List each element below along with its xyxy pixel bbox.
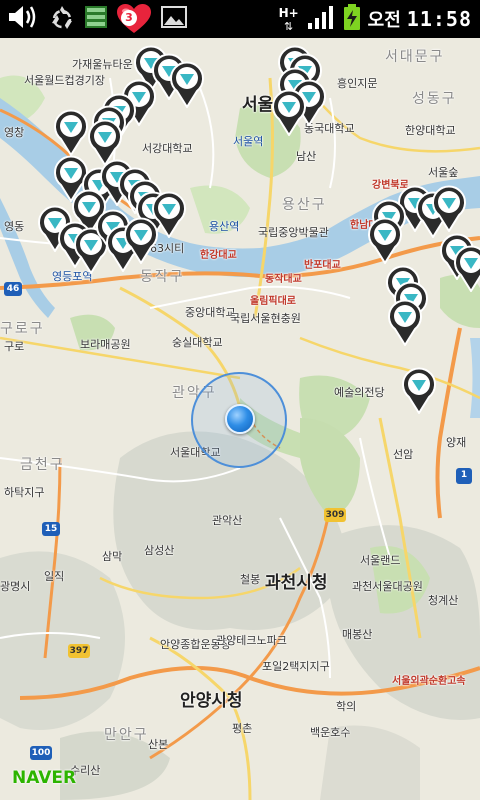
signal-icon	[306, 3, 336, 35]
place-label: 흥인지문	[337, 77, 378, 90]
route-shield: 15	[42, 522, 60, 536]
place-label: 관악산	[212, 514, 243, 527]
place-label: 하탁지구	[4, 486, 45, 499]
place-label: 동작대교	[265, 274, 302, 285]
place-label: 숭실대학교	[172, 336, 223, 349]
district-label: 서대문구	[385, 49, 445, 65]
district-label: 구로구	[0, 321, 45, 337]
place-label: 포일2택지지구	[262, 660, 330, 673]
list-icon	[84, 4, 108, 34]
place-label: 일직	[44, 570, 65, 583]
place-label: 관양테크노파크	[216, 634, 287, 647]
major-label: 안양시청	[180, 691, 243, 711]
notification-icons: 3	[6, 3, 188, 35]
clock-time: 11:58	[406, 7, 472, 31]
current-location-icon[interactable]	[225, 404, 255, 434]
battery-charging-icon	[342, 3, 362, 35]
place-label: 예술의전당	[334, 386, 385, 399]
map-pin-icon[interactable]	[400, 366, 438, 414]
place-label: 가재울뉴타운	[72, 58, 133, 71]
place-label: 서울역	[233, 135, 264, 148]
place-label: 한양대학교	[405, 124, 456, 137]
place-label: 한강대교	[200, 250, 237, 261]
place-label: 과천서울대공원	[352, 580, 423, 593]
map-pin-icon[interactable]	[122, 216, 160, 264]
place-label: 용산역	[209, 220, 240, 233]
place-label: 청계산	[428, 594, 459, 607]
district-label: 만안구	[104, 727, 149, 743]
place-label: 평촌	[232, 722, 253, 735]
map-pin-icon[interactable]	[452, 244, 480, 292]
notification-badge: 3	[121, 10, 137, 26]
map-pin-icon[interactable]	[366, 216, 404, 264]
place-label: 국립서울현충원	[230, 312, 301, 325]
place-label: 남산	[296, 150, 317, 163]
route-shield: 1	[456, 468, 472, 484]
volume-icon	[6, 2, 40, 36]
place-label: 양재	[446, 436, 467, 449]
network-type-label: H+	[278, 5, 299, 20]
data-arrows-icon: ⇅	[284, 19, 294, 33]
place-label: 광명시	[0, 580, 31, 593]
place-label: 국립중앙박물관	[258, 226, 329, 239]
naver-logo: NAVER	[12, 768, 77, 788]
place-label: 중앙대학교	[185, 306, 236, 319]
map-pin-icon[interactable]	[270, 88, 308, 136]
status-bar: 3 H+ ⇅ 오전 11:58	[0, 0, 480, 38]
place-label: 백운호수	[310, 726, 351, 739]
map-pin-icon[interactable]	[52, 108, 90, 156]
map-pin-icon[interactable]	[386, 298, 424, 346]
route-shield: 46	[4, 282, 22, 296]
map-pin-icon[interactable]	[430, 184, 468, 232]
place-label: 영동	[4, 220, 25, 233]
recycle-icon	[48, 3, 76, 35]
place-label: 서울랜드	[360, 554, 401, 567]
map-view[interactable]: 서대문구 성동구 용산구 동작구 구로구 관악구 금천구 만안구 서울시청 과천…	[0, 38, 480, 800]
district-label: 성동구	[412, 91, 457, 107]
place-label: 서울월드컵경기장	[24, 74, 105, 87]
place-label: 반포대교	[304, 260, 341, 271]
road-label: 서울외곽순환고속	[392, 676, 466, 687]
place-label: 영창	[4, 126, 25, 139]
place-label: 선암	[393, 448, 414, 461]
map-pin-icon[interactable]	[168, 60, 206, 108]
network-type-icon: H+ ⇅	[278, 6, 300, 33]
route-shield: 100	[30, 746, 52, 760]
route-shield: 397	[68, 644, 90, 658]
route-shield: 309	[324, 508, 346, 522]
place-label: 매봉산	[342, 628, 373, 641]
place-label: 철봉	[240, 573, 261, 586]
place-label: 서울숲	[428, 166, 459, 179]
district-label: 동작구	[140, 269, 185, 285]
place-label: 보라매공원	[80, 338, 131, 351]
major-label: 과천시청	[265, 573, 328, 593]
place-label: 서강대학교	[142, 142, 193, 155]
place-label: 구로	[4, 340, 25, 353]
image-icon	[160, 4, 188, 34]
system-icons: H+ ⇅ 오전 11:58	[278, 3, 472, 35]
place-label: 올림픽대로	[250, 296, 296, 307]
place-label: 산본	[148, 738, 169, 751]
place-label: 학의	[336, 700, 357, 713]
district-label: 용산구	[282, 197, 327, 213]
place-label: 삼성산	[144, 544, 175, 557]
place-label: 삼막	[102, 550, 123, 563]
district-label: 금천구	[20, 457, 65, 473]
heart-icon: 3	[116, 3, 152, 35]
clock-ampm: 오전	[367, 10, 401, 31]
